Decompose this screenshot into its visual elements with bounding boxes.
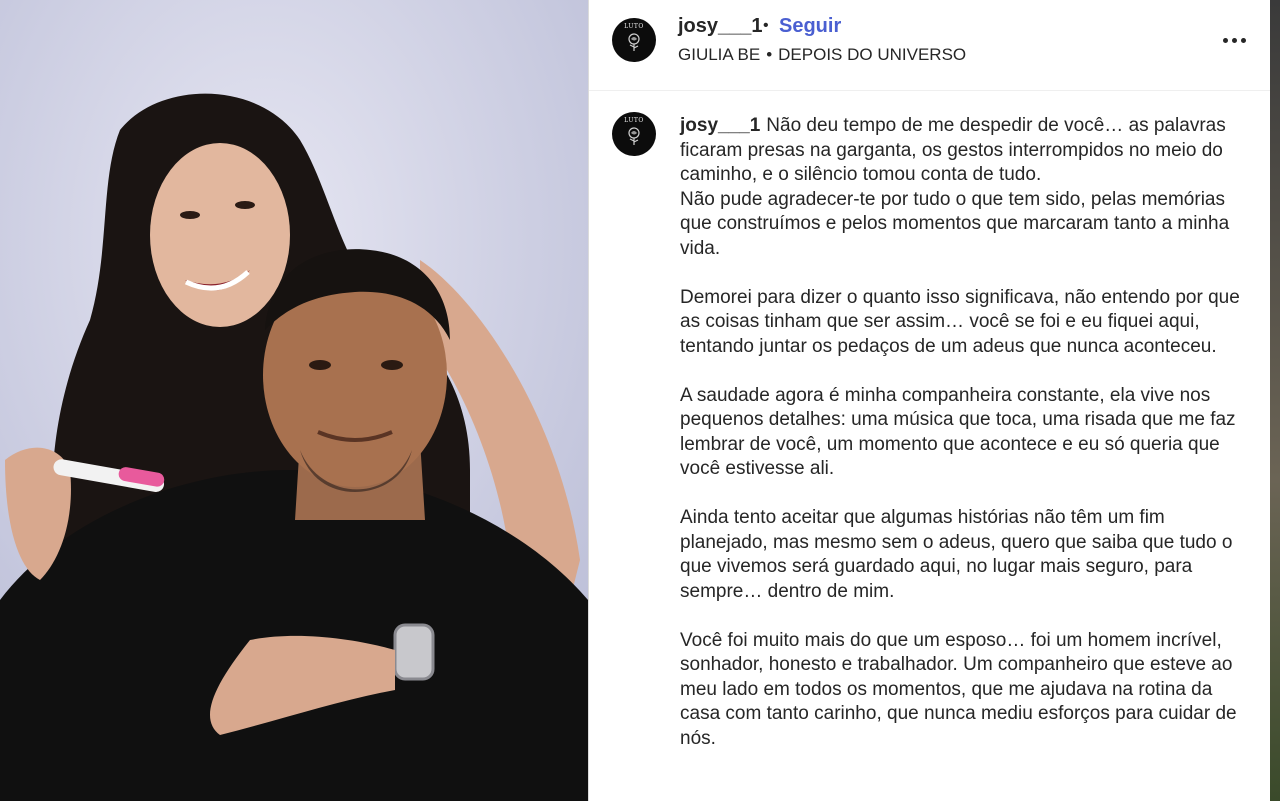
- author-username[interactable]: josy___1: [678, 15, 763, 38]
- more-dot: [1231, 37, 1237, 43]
- caption-text: Não deu tempo de me despedir de você… as…: [680, 115, 1230, 259]
- post-header: LUTO josy___1 • Seguir GIULIA BE • DEPOIS …: [589, 0, 1270, 91]
- caption-paragraph: josy___1 Não deu tempo de me despedir de …: [680, 114, 1242, 261]
- caption-paragraph: A saudade agora é minha companheira cons…: [680, 384, 1236, 480]
- audio-track: DEPOIS DO UNIVERSO: [778, 45, 967, 64]
- header-separator: •: [763, 17, 769, 34]
- rose-icon: [628, 33, 640, 51]
- caption-username[interactable]: josy___1: [680, 115, 760, 136]
- audio-separator: •: [766, 45, 773, 64]
- instagram-post-view: LUTO josy___1 • Seguir GIULIA BE • DEPOIS …: [0, 0, 1280, 801]
- more-horizontal-icon[interactable]: [1221, 28, 1247, 52]
- avatar-luto-text: LUTO: [624, 23, 644, 30]
- caption-paragraph: Demorei para dizer o quanto isso signifi…: [680, 286, 1240, 357]
- avatar-luto-text: LUTO: [624, 117, 644, 124]
- more-dot: [1240, 37, 1246, 43]
- post-caption: josy___1 Não deu tempo de me despedir de …: [680, 114, 1242, 776]
- audio-track-info[interactable]: GIULIA BE • DEPOIS DO UNIVERSO: [678, 45, 966, 65]
- caption-author-avatar[interactable]: LUTO: [612, 112, 656, 156]
- more-dot: [1222, 37, 1228, 43]
- post-side-panel: LUTO josy___1 • Seguir GIULIA BE • DEPOIS …: [588, 0, 1270, 801]
- caption-paragraph: Ainda tento aceitar que algumas história…: [680, 507, 1233, 602]
- couple-photo-illustration: [0, 0, 588, 801]
- author-avatar[interactable]: LUTO: [612, 18, 656, 62]
- post-photo[interactable]: [0, 0, 588, 801]
- rose-icon: [628, 127, 640, 145]
- follow-button[interactable]: Seguir: [779, 15, 841, 38]
- background-edge: [1270, 0, 1280, 801]
- caption-paragraph: Você foi muito mais do que um esposo… fo…: [680, 629, 1237, 749]
- audio-artist: GIULIA BE: [678, 45, 761, 64]
